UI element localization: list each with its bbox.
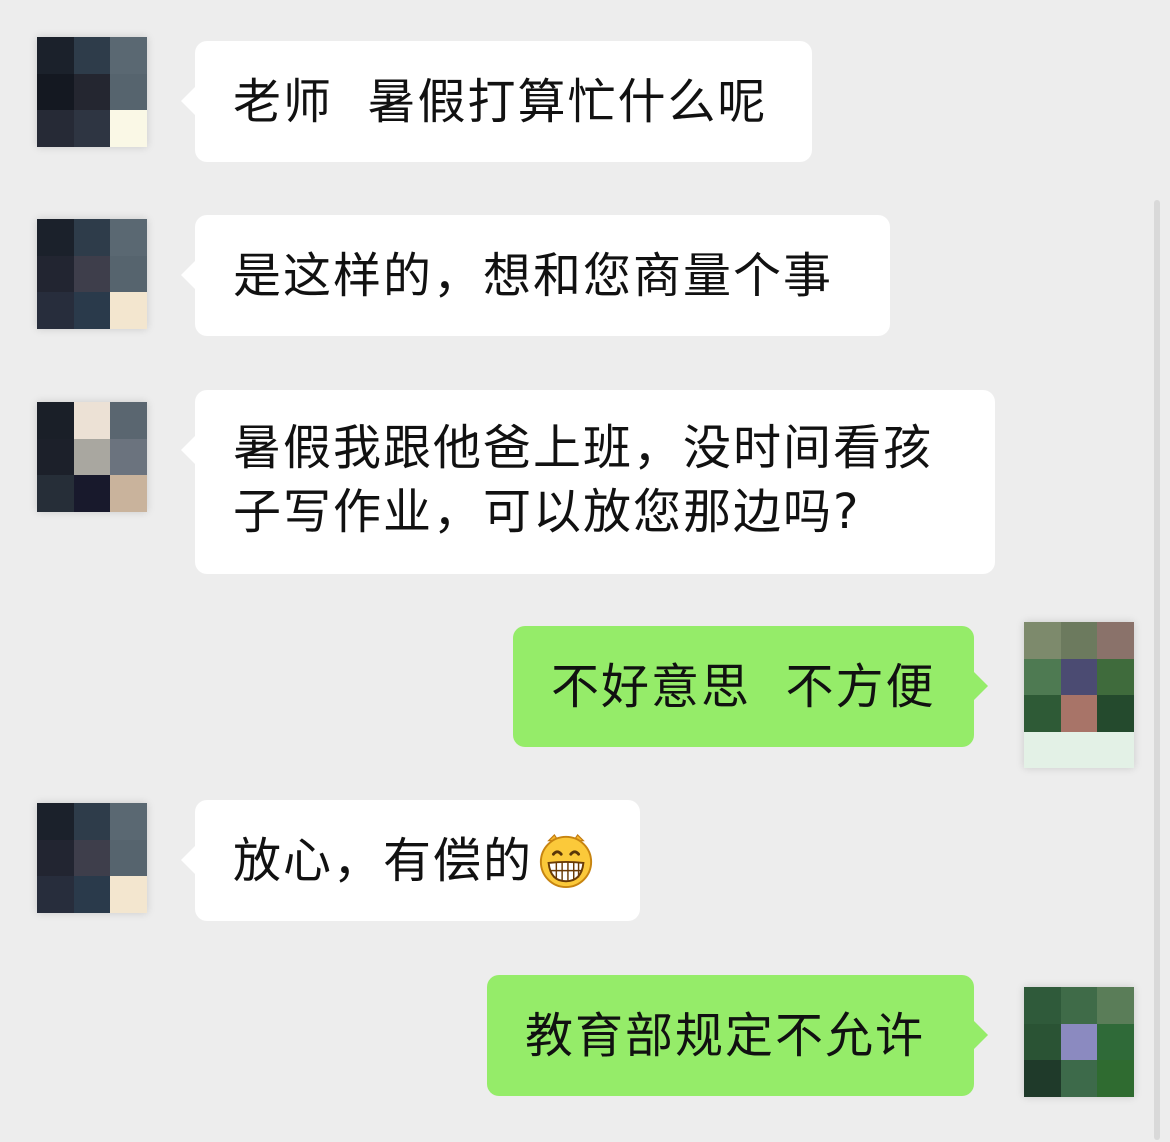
avatar-pixel xyxy=(73,37,111,74)
avatar-pixel xyxy=(1024,1023,1061,1061)
avatar-pixel xyxy=(1024,731,1061,768)
avatar-pixel xyxy=(110,876,147,913)
message-bubble[interactable]: 放心，有偿的 xyxy=(181,800,640,921)
message-bubble[interactable]: 暑假我跟他爸上班，没时间看孩 子写作业，可以放您那边吗? xyxy=(181,390,995,574)
my-avatar[interactable] xyxy=(1024,987,1134,1097)
avatar-pixel xyxy=(110,402,147,439)
scrollbar[interactable] xyxy=(1154,200,1160,1140)
my-avatar[interactable] xyxy=(1024,622,1134,768)
avatar-pixel xyxy=(1097,731,1134,768)
avatar-pixel xyxy=(110,475,147,512)
avatar-pixel xyxy=(1060,731,1098,768)
avatar-pixel xyxy=(37,402,74,439)
avatar-pixel xyxy=(1097,987,1134,1024)
avatar-pixel xyxy=(1097,695,1134,732)
message-text-line: 子写作业，可以放您那边吗? xyxy=(233,484,861,540)
message-bubble[interactable]: 不好意思 不方便 xyxy=(513,626,988,747)
avatar-pixel xyxy=(37,255,74,293)
avatar-pixel xyxy=(73,803,111,840)
avatar-pixel xyxy=(73,110,111,147)
avatar-pixel xyxy=(1097,1060,1134,1097)
avatar-pixel xyxy=(1060,1060,1098,1097)
avatar-pixel xyxy=(37,73,74,111)
avatar-pixel xyxy=(37,219,74,256)
avatar-pixel xyxy=(110,292,147,329)
avatar-pixel xyxy=(73,876,111,913)
bubble-tail xyxy=(974,1021,988,1049)
avatar-pixel xyxy=(110,219,147,256)
avatar-pixel xyxy=(37,839,74,877)
avatar-pixel xyxy=(1060,1023,1098,1061)
avatar-pixel xyxy=(110,110,147,147)
avatar-pixel xyxy=(37,438,74,476)
avatar-pixel xyxy=(37,876,74,913)
avatar-pixel xyxy=(1024,1060,1061,1097)
bubble-tail xyxy=(181,436,195,464)
avatar-pixel xyxy=(110,73,147,111)
avatar-pixel xyxy=(110,255,147,293)
avatar-pixel xyxy=(37,110,74,147)
avatar-pixel xyxy=(73,255,111,293)
sender-avatar[interactable] xyxy=(37,37,147,147)
avatar-pixel xyxy=(1097,1023,1134,1061)
avatar-pixel xyxy=(1097,658,1134,695)
avatar-pixel xyxy=(73,292,111,329)
avatar-pixel xyxy=(1024,695,1061,732)
avatar-pixel xyxy=(110,438,147,476)
message-text: 老师 暑假打算忙什么呢 xyxy=(233,74,768,130)
grinning-face-icon xyxy=(539,833,593,889)
bubble-tail xyxy=(181,261,195,289)
message-text: 教育部规定不允许 xyxy=(525,1008,926,1064)
message-bubble[interactable]: 教育部规定不允许 xyxy=(487,975,988,1096)
avatar-pixel xyxy=(1024,987,1061,1024)
avatar-pixel xyxy=(1060,695,1098,732)
avatar-pixel xyxy=(37,475,74,512)
sender-avatar[interactable] xyxy=(37,402,147,512)
avatar-pixel xyxy=(110,803,147,840)
avatar-pixel xyxy=(37,37,74,74)
message-text-line: 暑假我跟他爸上班，没时间看孩 xyxy=(233,420,934,476)
message-text: 放心，有偿的 xyxy=(233,833,534,889)
avatar-pixel xyxy=(1097,622,1134,659)
avatar-pixel xyxy=(37,803,74,840)
message-text: 不好意思 不方便 xyxy=(551,659,936,715)
avatar-pixel xyxy=(37,292,74,329)
avatar-pixel xyxy=(73,219,111,256)
bubble-tail xyxy=(974,672,988,700)
avatar-pixel xyxy=(73,73,111,111)
message-text: 是这样的，想和您商量个事 xyxy=(233,248,834,304)
avatar-pixel xyxy=(1060,622,1098,659)
sender-avatar[interactable] xyxy=(37,803,147,913)
avatar-pixel xyxy=(1024,622,1061,659)
avatar-pixel xyxy=(110,37,147,74)
avatar-pixel xyxy=(1060,658,1098,695)
sender-avatar[interactable] xyxy=(37,219,147,329)
avatar-pixel xyxy=(1024,658,1061,695)
avatar-pixel xyxy=(110,839,147,877)
avatar-pixel xyxy=(73,475,111,512)
avatar-pixel xyxy=(73,402,111,439)
avatar-pixel xyxy=(73,839,111,877)
bubble-tail xyxy=(181,846,195,874)
message-bubble[interactable]: 是这样的，想和您商量个事 xyxy=(181,215,890,336)
avatar-pixel xyxy=(73,438,111,476)
message-bubble[interactable]: 老师 暑假打算忙什么呢 xyxy=(181,41,812,162)
avatar-pixel xyxy=(1060,987,1098,1024)
bubble-tail xyxy=(181,87,195,115)
